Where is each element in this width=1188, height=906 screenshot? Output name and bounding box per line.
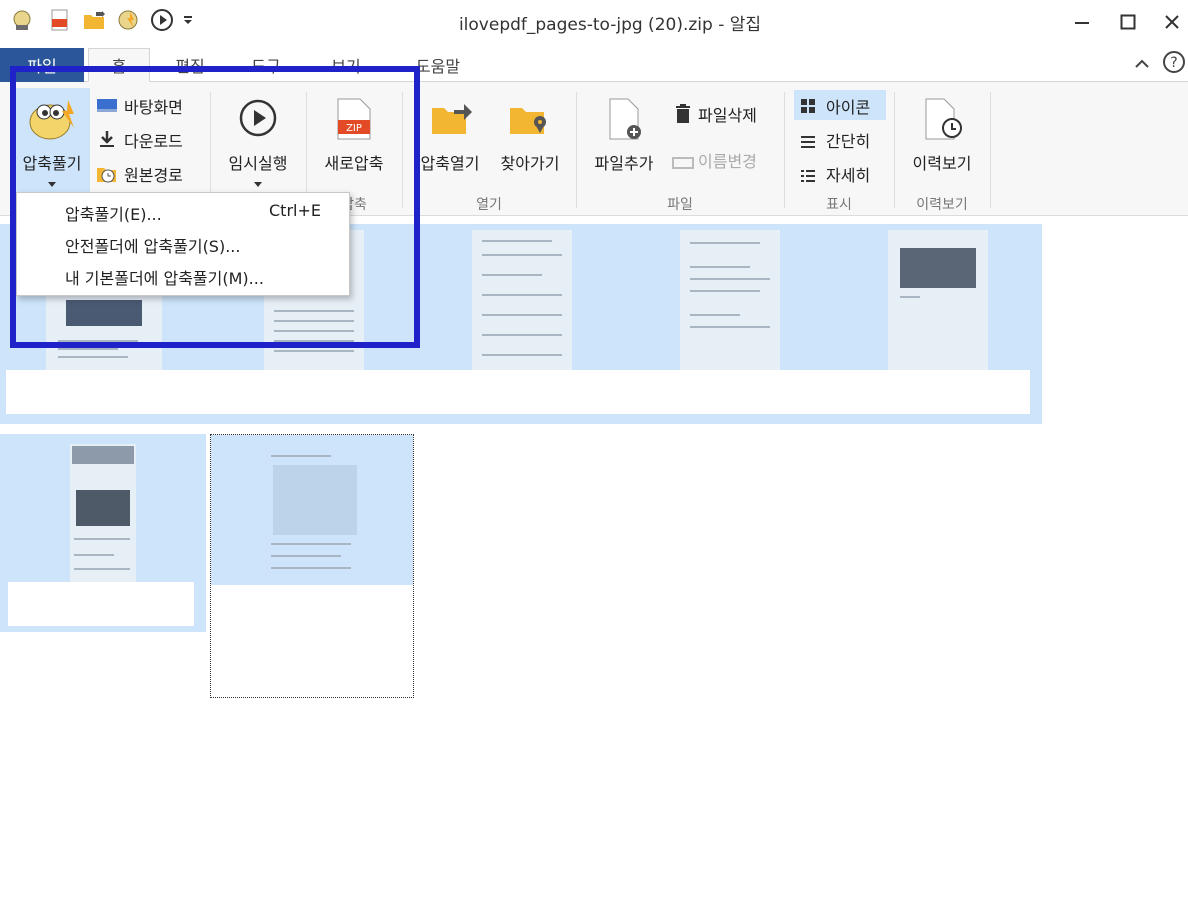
temp-run-label: 임시실행 (228, 154, 288, 173)
add-file-label: 파일추가 (594, 154, 654, 173)
page-preview (680, 230, 780, 374)
ribbon-separator (210, 92, 211, 208)
icon-view-label: 아이콘 (826, 98, 871, 117)
file-group-label: 파일 (667, 197, 693, 213)
extract-to-original-path-button[interactable]: 원본경로 (96, 162, 206, 186)
menu-item-extract[interactable]: 압축풀기(E)... (65, 201, 162, 225)
open-compressed-button[interactable]: 압축열기 (410, 88, 490, 184)
extract-icon[interactable] (116, 8, 140, 32)
file-thumbnail[interactable] (0, 434, 206, 632)
menu-item-extract-safe-folder-label: 안전폴더에 압축풀기(S)... (65, 237, 241, 256)
close-icon[interactable] (1152, 6, 1188, 38)
temp-run-play-icon (238, 98, 278, 142)
page-preview (888, 230, 988, 374)
tab-file[interactable]: 파일 (0, 48, 84, 82)
page-preview (211, 435, 413, 585)
download-label: 다운로드 (124, 132, 183, 151)
tab-help[interactable]: 도움말 (398, 48, 478, 82)
temp-run-dropdown-arrow-icon[interactable] (252, 174, 264, 193)
add-file-button[interactable]: 파일추가 (584, 88, 664, 184)
rename-label: 이름변경 (698, 152, 757, 171)
ribbon-separator (894, 92, 895, 208)
help-icon[interactable]: ? (1162, 50, 1186, 74)
temp-run-button[interactable]: 임시실행 (216, 88, 300, 192)
find-button[interactable]: 찾아가기 (492, 88, 568, 184)
ribbon-separator (576, 92, 577, 208)
tab-view[interactable]: 보기 (316, 48, 376, 82)
history-icon (924, 98, 964, 144)
history-label: 이력보기 (912, 154, 972, 173)
desktop-icon (96, 98, 118, 118)
tab-tools[interactable]: 도구 (236, 48, 296, 82)
collapse-ribbon-icon[interactable] (1132, 54, 1152, 74)
new-compress-button[interactable]: ZIP 새로압축 (312, 88, 396, 184)
open-group-label: 열기 (476, 197, 502, 213)
list-icon (800, 134, 816, 153)
original-path-label: 원본경로 (124, 166, 183, 185)
thumbnail-label-strip (6, 370, 1030, 414)
ribbon-separator (306, 92, 307, 208)
detail-list-icon (800, 168, 816, 187)
open-folder-arrow-icon (430, 100, 474, 140)
open-folder-icon[interactable] (82, 8, 106, 32)
extract-dropdown-menu: 압축풀기(E)... Ctrl+E 안전폴더에 압축풀기(S)... 내 기본폴… (16, 192, 350, 296)
file-thumbnail-view (0, 216, 1188, 906)
rename-button: 이름변경 (672, 148, 776, 172)
history-button[interactable]: 이력보기 (900, 88, 984, 184)
extract-to-download-button[interactable]: 다운로드 (96, 128, 206, 152)
delete-file-button[interactable]: 파일삭제 (672, 102, 776, 126)
detail-view-button[interactable]: 자세히 (794, 160, 886, 188)
menu-item-extract-shortcut: Ctrl+E (269, 201, 321, 220)
play-icon[interactable] (150, 8, 174, 32)
simple-view-label: 간단히 (826, 132, 871, 151)
customize-dropdown-icon[interactable] (180, 8, 196, 32)
title-bar: ilovepdf_pages-to-jpg (20).zip - 알집 (0, 0, 1188, 44)
menu-item-extract-label: 압축풀기(E)... (65, 205, 162, 224)
history-group-label: 이력보기 (916, 197, 968, 213)
window-title: ilovepdf_pages-to-jpg (20).zip - 알집 (458, 15, 762, 35)
menu-item-extract-default-folder[interactable]: 내 기본폴더에 압축풀기(M)... (65, 265, 264, 289)
zip-file-icon[interactable] (48, 8, 72, 32)
original-path-icon (96, 164, 118, 188)
svg-text:ZIP: ZIP (346, 123, 362, 134)
icon-view-button[interactable]: 아이콘 (794, 90, 886, 120)
alzip-window: ilovepdf_pages-to-jpg (20).zip - 알집 파일 홈… (0, 0, 1188, 906)
extract-dropdown-arrow-icon[interactable] (46, 174, 58, 193)
add-file-icon (608, 98, 644, 144)
page-preview (472, 230, 572, 374)
desktop-label: 바탕화면 (124, 98, 183, 117)
display-group-label: 표시 (826, 197, 852, 213)
ribbon-separator (402, 92, 403, 208)
detail-view-label: 자세히 (826, 166, 871, 185)
svg-text:?: ? (1170, 55, 1177, 71)
page-preview (70, 444, 136, 584)
ribbon-tab-bar: 파일 홈 편집 도구 보기 도움말 ? (0, 44, 1188, 82)
folder-location-icon (508, 100, 552, 140)
ribbon-separator (784, 92, 785, 208)
thumbnail-label (8, 582, 194, 626)
tab-home[interactable]: 홈 (88, 48, 150, 82)
trash-icon (674, 104, 692, 128)
menu-item-extract-default-folder-label: 내 기본폴더에 압축풀기(M)... (65, 269, 264, 288)
extract-to-desktop-button[interactable]: 바탕화면 (96, 94, 206, 118)
delete-file-label: 파일삭제 (698, 106, 757, 125)
alzip-logo-icon[interactable] (10, 8, 34, 32)
maximize-icon[interactable] (1108, 6, 1148, 38)
minimize-icon[interactable] (1062, 6, 1102, 38)
open-compressed-label: 압축열기 (420, 154, 480, 173)
download-icon (98, 130, 116, 152)
file-thumbnail-focused[interactable] (210, 434, 414, 698)
grid-icon (800, 98, 816, 118)
find-label: 찾아가기 (500, 154, 560, 173)
simple-view-button[interactable]: 간단히 (794, 126, 886, 154)
ribbon-separator (990, 92, 991, 208)
extract-button[interactable]: 압축풀기 (14, 88, 90, 192)
new-compress-label: 새로압축 (324, 154, 384, 173)
extract-label: 압축풀기 (22, 154, 82, 173)
extract-mascot-icon (24, 92, 80, 144)
menu-item-extract-safe-folder[interactable]: 안전폴더에 압축풀기(S)... (65, 233, 240, 257)
rename-icon (672, 154, 694, 173)
tab-edit[interactable]: 편집 (160, 48, 220, 82)
new-zip-icon: ZIP (336, 98, 372, 144)
